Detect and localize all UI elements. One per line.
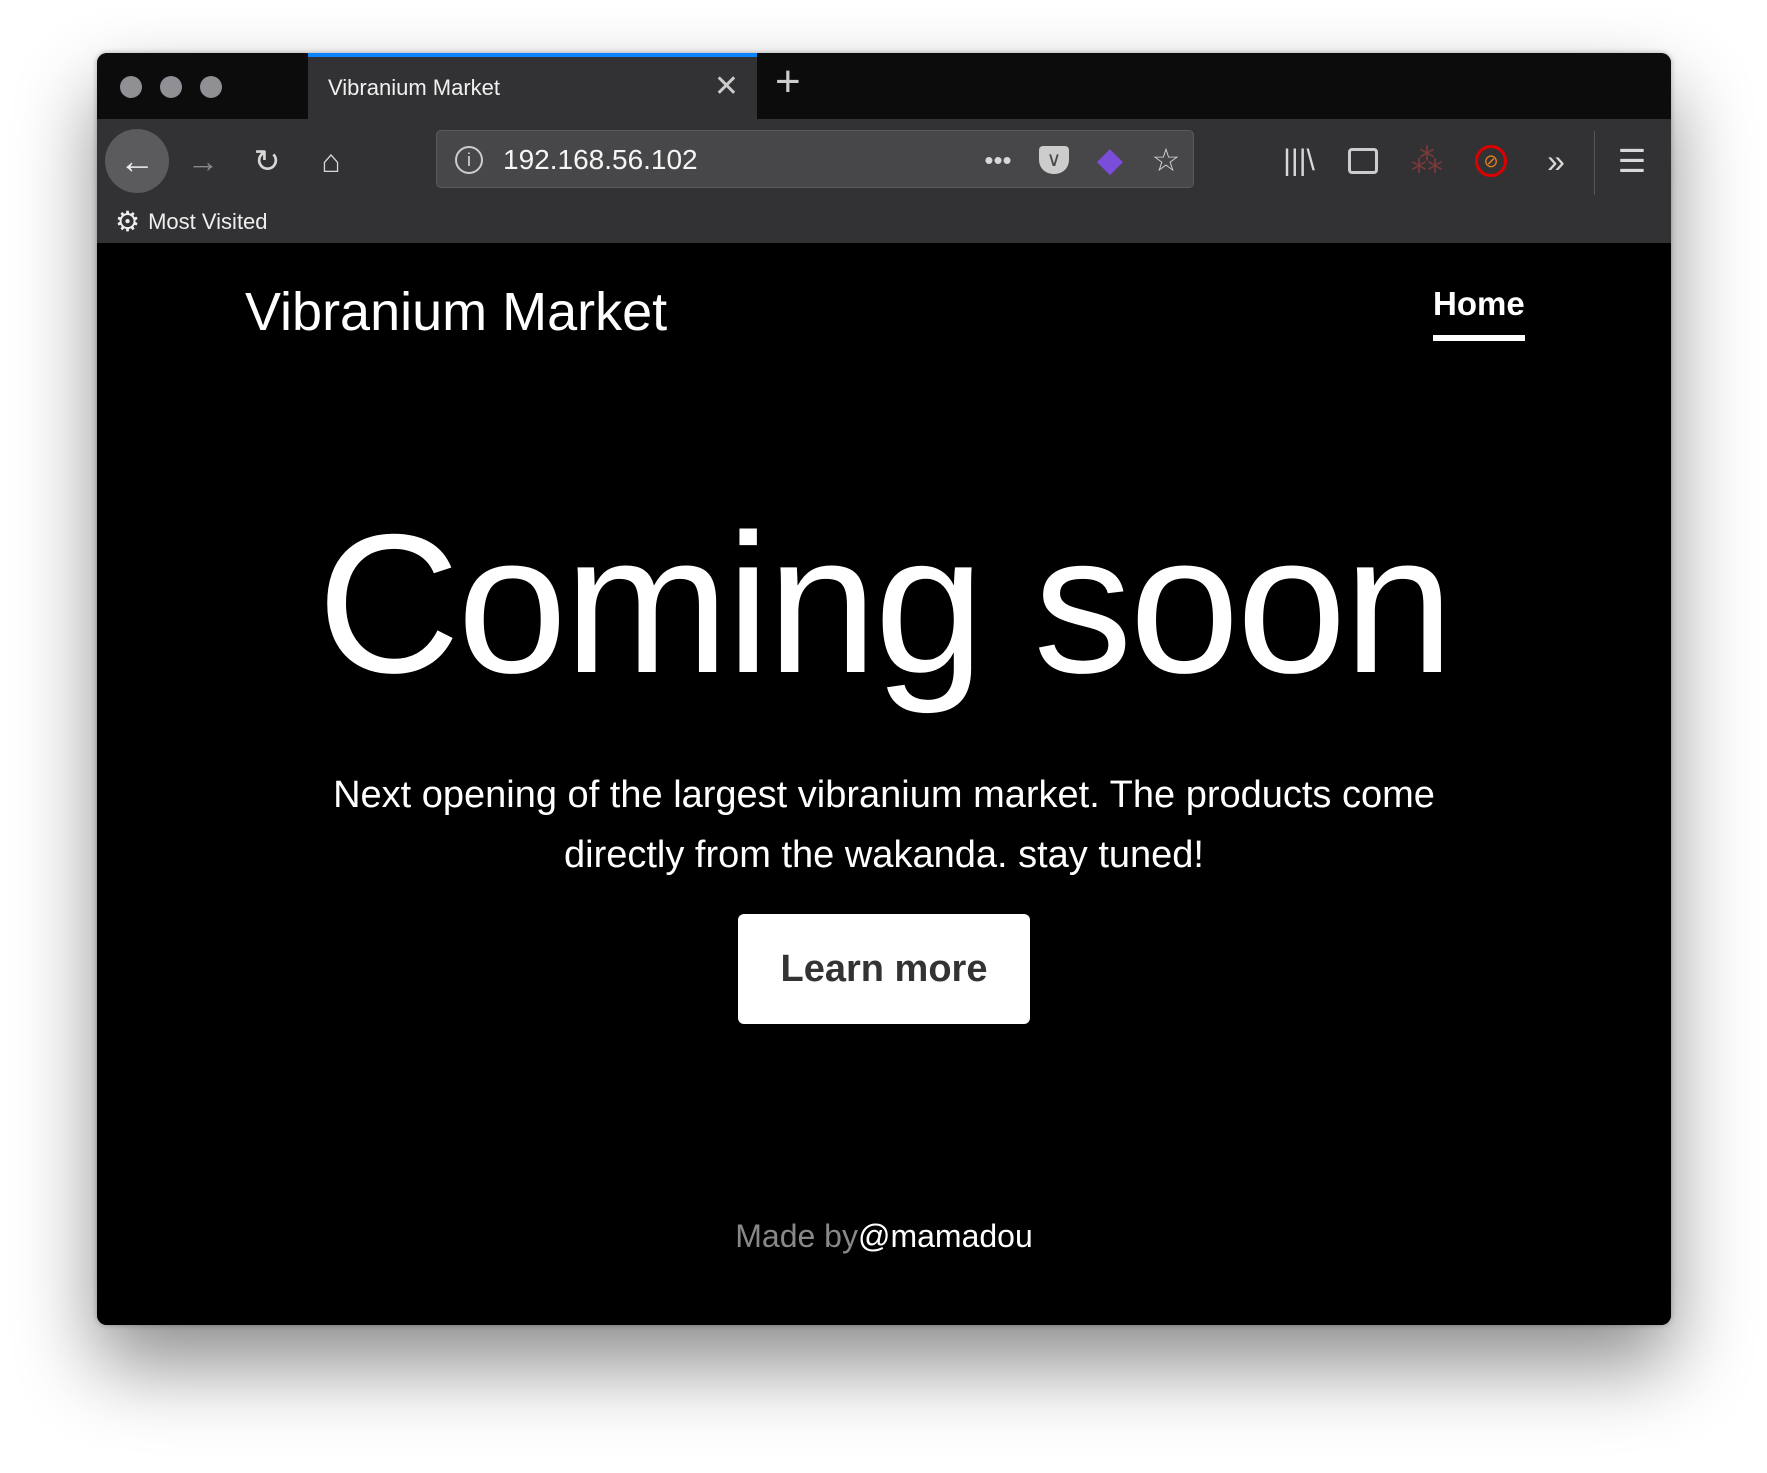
nav-toolbar: ← → ↻ ⌂ i 192.168.56.102 ••• ∨ ◆ ☆ |||\ … xyxy=(97,119,1671,243)
extension-icon[interactable]: ◆ xyxy=(1097,143,1123,177)
footer: Made by@mamadou xyxy=(97,1218,1671,1255)
close-window-button[interactable] xyxy=(120,76,142,98)
new-tab-button[interactable]: + xyxy=(775,57,801,107)
close-tab-icon[interactable]: ✕ xyxy=(714,69,739,104)
page-content: Vibranium Market Home Coming soon Next o… xyxy=(97,243,1671,1325)
hero-title: Coming soon xyxy=(317,493,1454,714)
url-text[interactable]: 192.168.56.102 xyxy=(503,144,698,176)
tab-active[interactable]: Vibranium Market ✕ xyxy=(308,53,757,119)
info-icon[interactable]: i xyxy=(455,146,483,174)
bookmark-most-visited[interactable]: ⚙ Most Visited xyxy=(115,205,268,238)
pocket-icon[interactable]: ∨ xyxy=(1039,146,1069,174)
site-brand[interactable]: Vibranium Market xyxy=(245,281,667,343)
footer-author-link[interactable]: @mamadou xyxy=(858,1218,1033,1254)
forward-button[interactable]: → xyxy=(187,145,219,177)
gear-icon: ⚙ xyxy=(115,206,141,237)
tab-bar: Vibranium Market ✕ + xyxy=(97,53,1671,119)
home-button[interactable]: ⌂ xyxy=(321,145,340,177)
bookmark-label: Most Visited xyxy=(148,208,268,234)
back-button[interactable]: ← xyxy=(105,129,169,193)
url-bar[interactable]: i 192.168.56.102 ••• ∨ ◆ ☆ xyxy=(436,130,1194,188)
bookmark-star-icon[interactable]: ☆ xyxy=(1152,144,1181,176)
extension-dots-icon[interactable]: ⁂ xyxy=(1411,145,1443,177)
library-icon[interactable]: |||\ xyxy=(1283,146,1315,176)
hero-lead: Next opening of the largest vibranium ma… xyxy=(333,774,1435,876)
learn-more-button[interactable]: Learn more xyxy=(738,914,1030,1024)
nav-home-link[interactable]: Home xyxy=(1433,285,1525,341)
maximize-window-button[interactable] xyxy=(200,76,222,98)
menu-icon[interactable]: ☰ xyxy=(1618,145,1647,177)
browser-window: Vibranium Market ✕ + ← → ↻ ⌂ i 192.168.5… xyxy=(97,53,1671,1325)
toolbar-divider xyxy=(1594,131,1595,195)
arrow-left-icon: ← xyxy=(119,140,155,181)
footer-prefix: Made by xyxy=(735,1218,858,1254)
sidebar-icon[interactable] xyxy=(1348,148,1378,174)
minimize-window-button[interactable] xyxy=(160,76,182,98)
blocked-extension-icon[interactable]: ⊘ xyxy=(1475,145,1507,177)
page-actions-icon[interactable]: ••• xyxy=(984,147,1011,173)
overflow-chevron-icon[interactable]: » xyxy=(1547,145,1565,177)
tab-title: Vibranium Market xyxy=(328,75,500,100)
reload-button[interactable]: ↻ xyxy=(254,145,281,177)
